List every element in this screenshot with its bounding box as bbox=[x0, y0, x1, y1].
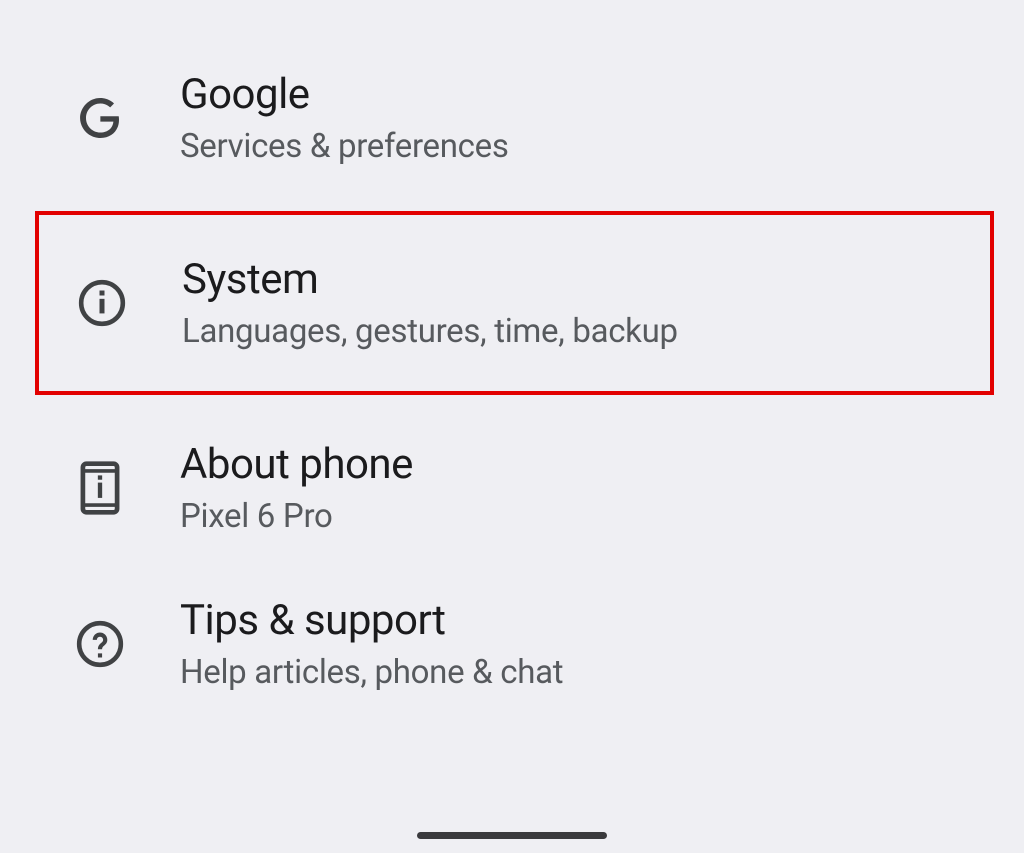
phone-info-icon bbox=[70, 458, 130, 518]
info-icon bbox=[72, 273, 132, 333]
item-title: System bbox=[182, 255, 678, 304]
settings-item-google[interactable]: Google Services & preferences bbox=[0, 40, 1024, 196]
settings-list: Google Services & preferences System Lan… bbox=[0, 0, 1024, 722]
item-subtitle: Services & preferences bbox=[180, 127, 509, 166]
item-title: About phone bbox=[180, 440, 413, 489]
navigation-bar-handle[interactable] bbox=[417, 832, 607, 839]
settings-item-tips-support[interactable]: Tips & support Help articles, phone & ch… bbox=[0, 566, 1024, 722]
item-text: About phone Pixel 6 Pro bbox=[180, 440, 413, 536]
settings-item-system[interactable]: System Languages, gestures, time, backup bbox=[35, 211, 994, 395]
settings-item-about-phone[interactable]: About phone Pixel 6 Pro bbox=[0, 410, 1024, 566]
item-subtitle: Help articles, phone & chat bbox=[180, 653, 563, 692]
item-title: Tips & support bbox=[180, 596, 563, 645]
item-title: Google bbox=[180, 70, 509, 119]
item-text: Google Services & preferences bbox=[180, 70, 509, 166]
help-icon bbox=[70, 614, 130, 674]
google-icon bbox=[70, 88, 130, 148]
item-subtitle: Pixel 6 Pro bbox=[180, 497, 413, 536]
item-subtitle: Languages, gestures, time, backup bbox=[182, 312, 678, 351]
item-text: System Languages, gestures, time, backup bbox=[182, 255, 678, 351]
item-text: Tips & support Help articles, phone & ch… bbox=[180, 596, 563, 692]
